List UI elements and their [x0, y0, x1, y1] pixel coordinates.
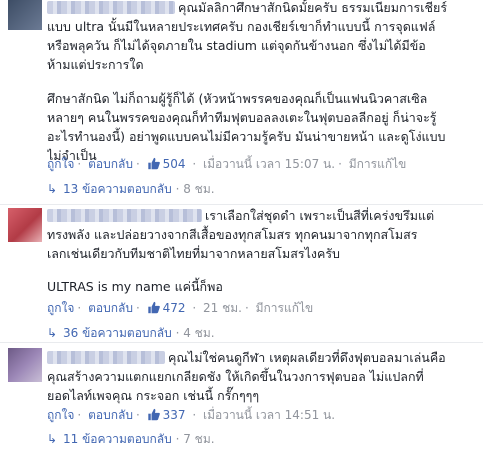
edited-label[interactable]: มีการแก้ไข: [256, 301, 314, 315]
commenter-avatar[interactable]: [8, 208, 42, 242]
commenter-name[interactable]: [47, 209, 202, 222]
comment-text: คุณไม่ใช่คนดูกีฬา เหตุผลเดียวที่ดึงฟุตบอ…: [47, 350, 446, 403]
comment-1: คุณมัลลิกาศึกษาสักนิดมั้ยครับ ธรรมเนียมก…: [0, 0, 483, 196]
comment-actions: ถูกใจ · ตอบกลับ · 504 · เมื่อวานนี้ เวลา 1…: [47, 157, 407, 171]
commenter-avatar[interactable]: [8, 348, 42, 382]
comment-actions: ถูกใจ · ตอบกลับ · 472 · 21 ชม. · มีการแก้ไข: [47, 301, 314, 315]
like-button[interactable]: ถูกใจ: [47, 301, 74, 315]
commenter-name[interactable]: [47, 1, 175, 14]
comment-actions: ถูกใจ · ตอบกลับ · 337 · เมื่อวานนี้ เวลา 1…: [47, 408, 336, 422]
like-count-badge[interactable]: 472: [147, 301, 190, 315]
thumbs-up-icon: [147, 157, 160, 170]
comment-3: คุณไม่ใช่คนดูกีฬา เหตุผลเดียวที่ดึงฟุตบอ…: [0, 346, 483, 456]
reply-arrow-icon: ↳: [47, 182, 58, 196]
commenter-avatar[interactable]: [8, 0, 42, 30]
comment-timestamp[interactable]: 21 ชม.: [203, 301, 242, 315]
comment-divider: [0, 342, 483, 343]
comment-2: เราเลือกใส่ชุดดำ เพราะเป็นสีที่เคร่งขรึม…: [0, 206, 483, 340]
thumbs-up-icon: [147, 301, 160, 314]
comment-timestamp[interactable]: เมื่อวานนี้ เวลา 14:51 น.: [203, 408, 335, 422]
comment-divider: [0, 204, 483, 205]
view-replies-link[interactable]: ↳ 36 ข้อความตอบกลับ · 4 ชม.: [47, 324, 215, 342]
reply-arrow-icon: ↳: [47, 432, 58, 446]
reply-button[interactable]: ตอบกลับ: [88, 157, 133, 171]
view-replies-link[interactable]: ↳ 13 ข้อความตอบกลับ · 8 ชม.: [47, 180, 215, 198]
thumbs-up-icon: [147, 408, 160, 421]
comment-text: เราเลือกใส่ชุดดำ เพราะเป็นสีที่เคร่งขรึม…: [47, 208, 435, 294]
comment-timestamp[interactable]: เมื่อวานนี้ เวลา 15:07 น.: [203, 157, 335, 171]
comment-text: คุณมัลลิกาศึกษาสักนิดมั้ยครับ ธรรมเนียมก…: [47, 0, 448, 163]
reply-arrow-icon: ↳: [47, 326, 58, 340]
like-count-badge[interactable]: 504: [147, 157, 190, 171]
like-count-badge[interactable]: 337: [147, 408, 190, 422]
reply-button[interactable]: ตอบกลับ: [88, 408, 133, 422]
like-button[interactable]: ถูกใจ: [47, 408, 74, 422]
like-button[interactable]: ถูกใจ: [47, 157, 74, 171]
reply-button[interactable]: ตอบกลับ: [88, 301, 133, 315]
commenter-name[interactable]: [47, 351, 165, 364]
view-replies-link[interactable]: ↳ 11 ข้อความตอบกลับ · 7 ชม.: [47, 430, 215, 448]
edited-label[interactable]: มีการแก้ไข: [349, 157, 407, 171]
